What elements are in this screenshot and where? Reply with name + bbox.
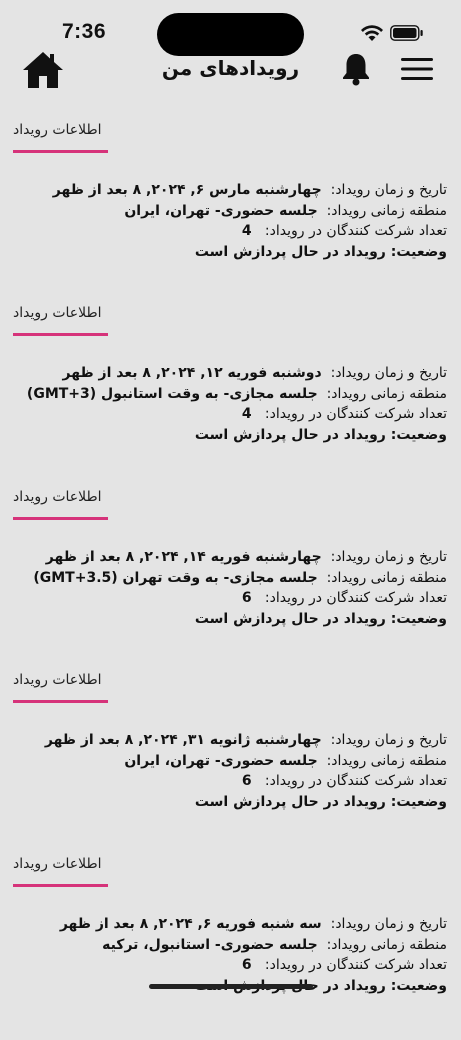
event-datetime-row: تاریخ و زمان رویداد: چهارشنبه مارس ۶, ۲۰…: [53, 180, 447, 201]
event-section-title: اطلاعات رویداد: [13, 856, 102, 872]
section-underline: [13, 517, 108, 520]
section-underline: [13, 700, 108, 703]
event-timezone: جلسه مجازی- به وقت تهران (GMT+3.5): [33, 569, 318, 586]
app-header: رویدادهای من: [0, 42, 461, 98]
event-status: وضعیت: رویداد در حال پردازش است: [194, 610, 447, 627]
participants-label: تعداد شرکت کنندگان در رویداد:: [264, 773, 447, 789]
event-card: اطلاعات رویداد تاریخ و زمان رویداد: چهار…: [0, 672, 461, 856]
event-timezone-row: منطقه زمانی رویداد: جلسه حضوری- تهران، ا…: [45, 751, 447, 772]
event-participants: 4: [241, 406, 252, 422]
event-participants-row: تعداد شرکت کنندگان در رویداد: 6: [60, 955, 447, 976]
section-underline: [13, 884, 108, 887]
event-status: وضعیت: رویداد در حال پردازش است: [194, 426, 447, 443]
event-section-title: اطلاعات رویداد: [13, 122, 102, 138]
home-icon[interactable]: [22, 50, 64, 90]
event-datetime-row: تاریخ و زمان رویداد: چهارشنبه ژانویه ۳۱,…: [45, 730, 447, 751]
datetime-label: تاریخ و زمان رویداد:: [330, 732, 447, 748]
event-timezone-row: منطقه زمانی رویداد: جلسه حضوری- استانبول…: [60, 935, 447, 956]
event-details: تاریخ و زمان رویداد: چهارشنبه فوریه ۱۴, …: [33, 547, 447, 629]
event-timezone: جلسه مجازی- به وقت استانبول (GMT+3): [26, 385, 318, 402]
event-datetime: دوشنبه فوریه ۱۲, ۲۰۲۴, ۸ بعد از ظهر: [62, 365, 322, 381]
section-underline: [13, 150, 108, 153]
page-title: رویدادهای من: [161, 56, 300, 80]
timezone-label: منطقه زمانی رویداد:: [326, 202, 447, 219]
event-datetime: چهارشنبه فوریه ۱۴, ۲۰۲۴, ۸ بعد از ظهر: [45, 549, 322, 565]
event-section-title: اطلاعات رویداد: [13, 489, 102, 505]
event-details: تاریخ و زمان رویداد: چهارشنبه ژانویه ۳۱,…: [45, 730, 447, 812]
timezone-label: منطقه زمانی رویداد:: [326, 752, 447, 769]
status-time: 7:36: [62, 20, 107, 43]
event-card: اطلاعات رویداد تاریخ و زمان رویداد: سه ش…: [0, 856, 461, 1040]
event-section-title: اطلاعات رویداد: [13, 672, 102, 688]
participants-label: تعداد شرکت کنندگان در رویداد:: [264, 590, 447, 606]
event-section-title: اطلاعات رویداد: [13, 305, 102, 321]
event-details: تاریخ و زمان رویداد: چهارشنبه مارس ۶, ۲۰…: [53, 180, 447, 262]
event-participants: 4: [241, 223, 252, 239]
event-participants-row: تعداد شرکت کنندگان در رویداد: 6: [33, 588, 447, 609]
event-timezone-row: منطقه زمانی رویداد: جلسه حضوری- تهران، ا…: [53, 201, 447, 222]
timezone-label: منطقه زمانی رویداد:: [326, 569, 447, 586]
datetime-label: تاریخ و زمان رویداد:: [330, 365, 447, 381]
datetime-label: تاریخ و زمان رویداد:: [330, 182, 447, 198]
event-participants-row: تعداد شرکت کنندگان در رویداد: 4: [53, 221, 447, 242]
wifi-icon: [361, 25, 383, 41]
home-indicator[interactable]: [149, 984, 313, 989]
timezone-label: منطقه زمانی رویداد:: [326, 936, 447, 953]
event-participants: 6: [241, 773, 252, 789]
event-datetime: چهارشنبه ژانویه ۳۱, ۲۰۲۴, ۸ بعد از ظهر: [44, 732, 322, 748]
participants-label: تعداد شرکت کنندگان در رویداد:: [264, 957, 447, 973]
event-timezone: جلسه حضوری- تهران، ایران: [124, 202, 318, 219]
datetime-label: تاریخ و زمان رویداد:: [330, 916, 447, 932]
event-card: اطلاعات رویداد تاریخ و زمان رویداد: چهار…: [0, 489, 461, 673]
event-timezone: جلسه حضوری- تهران، ایران: [124, 752, 318, 769]
event-datetime-row: تاریخ و زمان رویداد: سه شنبه فوریه ۶, ۲۰…: [60, 914, 447, 935]
battery-icon: [390, 25, 423, 41]
event-status: وضعیت: رویداد در حال پردازش است: [194, 243, 447, 260]
participants-label: تعداد شرکت کنندگان در رویداد:: [264, 223, 447, 239]
hamburger-menu-icon[interactable]: [401, 56, 433, 82]
event-status: وضعیت: رویداد در حال پردازش است: [194, 793, 447, 810]
event-datetime-row: تاریخ و زمان رویداد: دوشنبه فوریه ۱۲, ۲۰…: [27, 363, 447, 384]
section-underline: [13, 333, 108, 336]
event-participants-row: تعداد شرکت کنندگان در رویداد: 6: [45, 771, 447, 792]
participants-label: تعداد شرکت کنندگان در رویداد:: [264, 406, 447, 422]
event-participants: 6: [241, 590, 252, 606]
event-participants: 6: [241, 957, 252, 973]
event-datetime: سه شنبه فوریه ۶, ۲۰۲۴, ۸ بعد از ظهر: [59, 916, 322, 932]
event-datetime: چهارشنبه مارس ۶, ۲۰۲۴, ۸ بعد از ظهر: [52, 182, 322, 198]
datetime-label: تاریخ و زمان رویداد:: [330, 549, 447, 565]
event-timezone-row: منطقه زمانی رویداد: جلسه مجازی- به وقت ت…: [33, 568, 447, 589]
event-card: اطلاعات رویداد تاریخ و زمان رویداد: دوشن…: [0, 305, 461, 489]
event-timezone-row: منطقه زمانی رویداد: جلسه مجازی- به وقت ا…: [27, 384, 447, 405]
event-details: تاریخ و زمان رویداد: دوشنبه فوریه ۱۲, ۲۰…: [27, 363, 447, 445]
event-datetime-row: تاریخ و زمان رویداد: چهارشنبه فوریه ۱۴, …: [33, 547, 447, 568]
event-timezone: جلسه حضوری- استانبول، ترکیه: [102, 936, 318, 953]
event-card: اطلاعات رویداد تاریخ و زمان رویداد: چهار…: [0, 122, 461, 306]
bell-icon[interactable]: [341, 52, 371, 86]
timezone-label: منطقه زمانی رویداد:: [326, 385, 447, 402]
event-participants-row: تعداد شرکت کنندگان در رویداد: 4: [27, 404, 447, 425]
